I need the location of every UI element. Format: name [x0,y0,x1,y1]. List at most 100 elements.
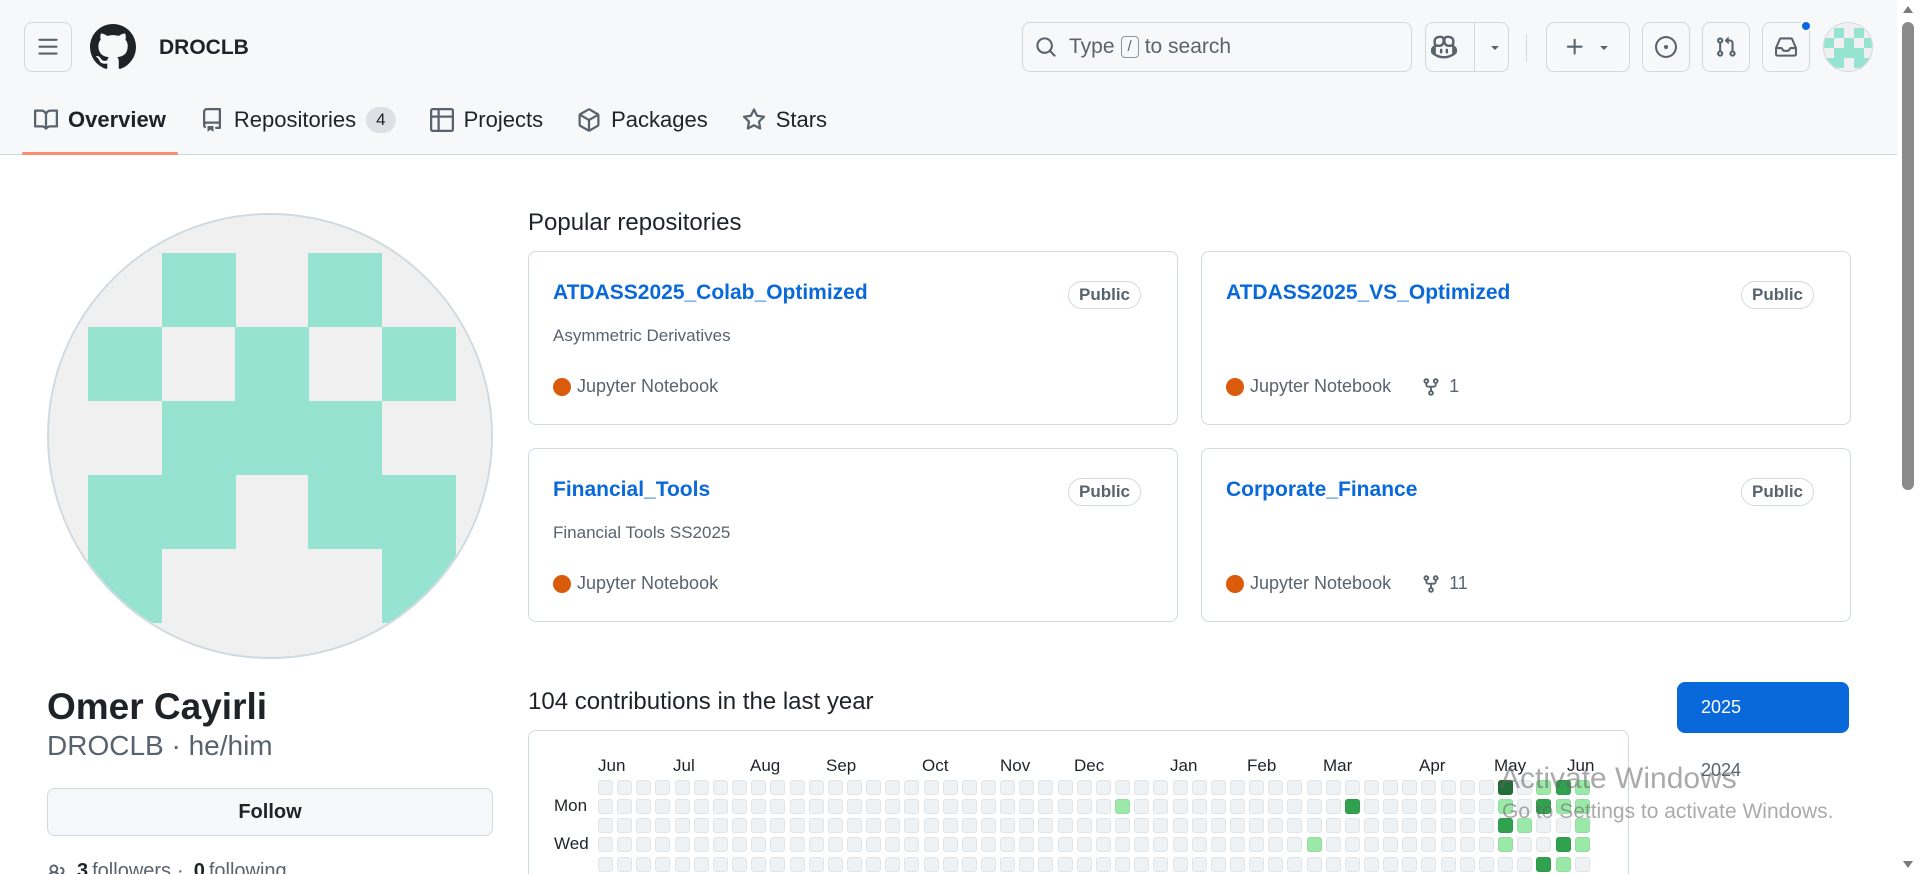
contribution-day-cell[interactable] [1211,818,1226,833]
contribution-day-cell[interactable] [751,818,766,833]
contribution-day-cell[interactable] [1058,818,1073,833]
contribution-day-cell[interactable] [1441,818,1456,833]
contribution-day-cell[interactable] [1019,799,1034,814]
create-new-button[interactable] [1546,22,1630,72]
contribution-day-cell[interactable] [1230,780,1245,795]
contribution-day-cell[interactable] [981,818,996,833]
contribution-day-cell[interactable] [847,818,862,833]
contribution-day-cell[interactable] [1307,818,1322,833]
contribution-day-cell[interactable] [1192,837,1207,852]
contribution-day-cell[interactable] [1268,799,1283,814]
contribution-day-cell[interactable] [1038,780,1053,795]
contribution-day-cell[interactable] [675,799,690,814]
scrollbar-thumb[interactable] [1902,22,1914,490]
contribution-day-cell[interactable] [904,837,919,852]
contribution-day-cell[interactable] [1556,818,1571,833]
contribution-day-cell[interactable] [924,837,939,852]
contribution-day-cell[interactable] [1058,857,1073,872]
contribution-day-cell[interactable] [962,837,977,852]
contribution-day-cell[interactable] [866,818,881,833]
contribution-day-cell[interactable] [1077,857,1092,872]
contribution-day-cell[interactable] [732,780,747,795]
menu-button[interactable] [24,22,72,72]
contribution-day-cell[interactable] [981,780,996,795]
contribution-day-cell[interactable] [904,857,919,872]
forks-link[interactable]: 1 [1421,376,1459,397]
contribution-day-cell[interactable] [1575,818,1590,833]
contribution-day-cell[interactable] [904,818,919,833]
contribution-day-cell[interactable] [655,780,670,795]
contribution-day-cell[interactable] [1249,799,1264,814]
issues-button[interactable] [1642,22,1690,72]
contribution-day-cell[interactable] [1441,837,1456,852]
contribution-day-cell[interactable] [1096,780,1111,795]
contribution-day-cell[interactable] [1479,818,1494,833]
contribution-day-cell[interactable] [770,837,785,852]
contribution-day-cell[interactable] [1498,799,1513,814]
contribution-day-cell[interactable] [1173,818,1188,833]
contribution-day-cell[interactable] [1383,837,1398,852]
contribution-day-cell[interactable] [1153,837,1168,852]
contribution-day-cell[interactable] [1115,857,1130,872]
contribution-day-cell[interactable] [1096,818,1111,833]
contribution-day-cell[interactable] [1058,799,1073,814]
contribution-day-cell[interactable] [1326,857,1341,872]
contribution-day-cell[interactable] [1268,780,1283,795]
contribution-day-cell[interactable] [655,818,670,833]
contribution-day-cell[interactable] [1211,857,1226,872]
contribution-day-cell[interactable] [1307,780,1322,795]
contribution-day-cell[interactable] [1364,818,1379,833]
contribution-day-cell[interactable] [1038,818,1053,833]
contribution-day-cell[interactable] [1517,857,1532,872]
contribution-day-cell[interactable] [981,799,996,814]
contribution-day-cell[interactable] [751,799,766,814]
contribution-day-cell[interactable] [598,780,613,795]
contribution-day-cell[interactable] [809,857,824,872]
contribution-day-cell[interactable] [1173,780,1188,795]
contribution-day-cell[interactable] [1249,857,1264,872]
contribution-day-cell[interactable] [1364,780,1379,795]
contribution-day-cell[interactable] [809,818,824,833]
contribution-day-cell[interactable] [1421,818,1436,833]
contribution-day-cell[interactable] [1038,799,1053,814]
tab-stars[interactable]: Stars [730,96,839,144]
contribution-day-cell[interactable] [617,857,632,872]
contribution-day-cell[interactable] [924,857,939,872]
contribution-day-cell[interactable] [770,857,785,872]
contribution-day-cell[interactable] [962,857,977,872]
github-logo-icon[interactable] [90,24,136,70]
tab-overview[interactable]: Overview [22,96,178,155]
contribution-day-cell[interactable] [1441,799,1456,814]
repo-name-link[interactable]: Financial_Tools [553,478,710,502]
contribution-day-cell[interactable] [1575,857,1590,872]
contribution-day-cell[interactable] [1287,837,1302,852]
contribution-day-cell[interactable] [1077,837,1092,852]
contribution-day-cell[interactable] [790,799,805,814]
contribution-day-cell[interactable] [598,799,613,814]
contribution-day-cell[interactable] [1517,780,1532,795]
contribution-day-cell[interactable] [1134,780,1149,795]
contribution-day-cell[interactable] [1115,818,1130,833]
contribution-day-cell[interactable] [943,799,958,814]
contribution-day-cell[interactable] [1536,818,1551,833]
contribution-day-cell[interactable] [1287,799,1302,814]
contribution-day-cell[interactable] [1249,818,1264,833]
contribution-day-cell[interactable] [790,837,805,852]
contribution-day-cell[interactable] [1230,837,1245,852]
contribution-day-cell[interactable] [1575,799,1590,814]
copilot-button[interactable] [1425,22,1509,72]
contribution-day-cell[interactable] [694,837,709,852]
contribution-day-cell[interactable] [885,857,900,872]
forks-link[interactable]: 11 [1421,573,1468,594]
contribution-day-cell[interactable] [1460,837,1475,852]
contribution-day-cell[interactable] [1383,799,1398,814]
contribution-day-cell[interactable] [1211,780,1226,795]
profile-avatar[interactable] [47,213,493,659]
contribution-day-cell[interactable] [1345,780,1360,795]
contribution-day-cell[interactable] [1249,780,1264,795]
contribution-day-cell[interactable] [924,780,939,795]
contribution-day-cell[interactable] [1479,799,1494,814]
contribution-day-cell[interactable] [1364,837,1379,852]
contribution-day-cell[interactable] [1402,837,1417,852]
contribution-day-cell[interactable] [1230,799,1245,814]
